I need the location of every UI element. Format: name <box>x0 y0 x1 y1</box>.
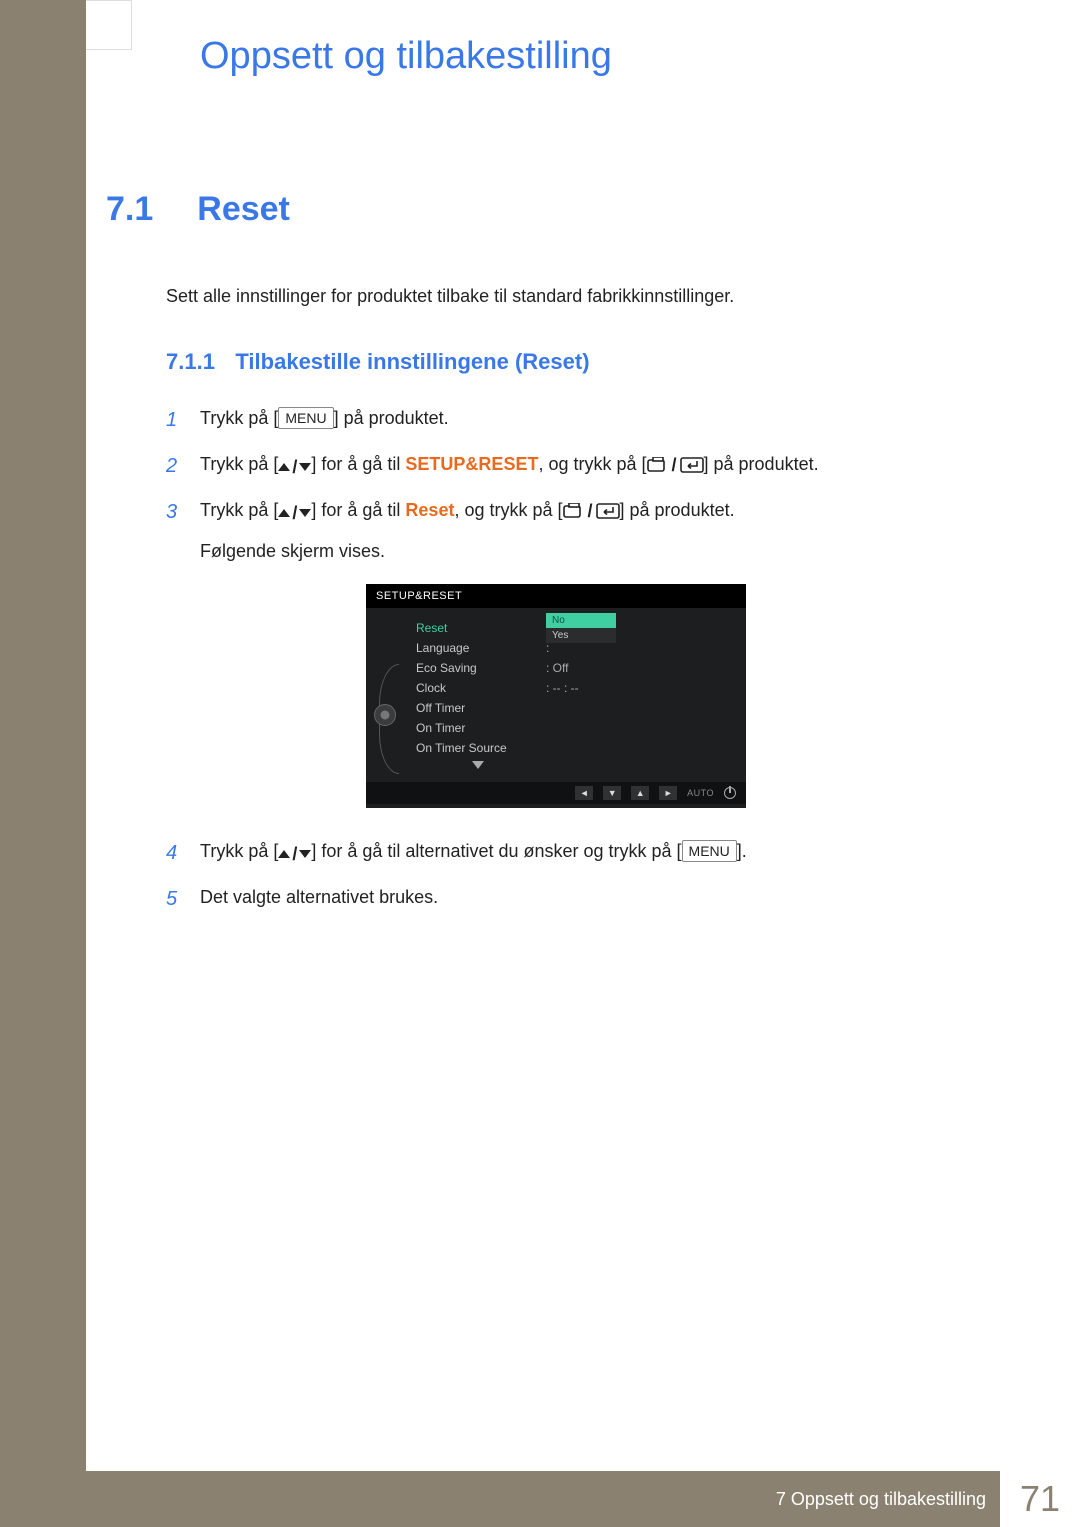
osd-item-label: Language <box>416 641 546 655</box>
osd-side-decoration <box>372 618 406 772</box>
osd-item-value: : <box>546 641 549 655</box>
step-number: 2 <box>166 449 200 483</box>
step-5: 5 Det valgte alternativet brukes. <box>166 882 1006 916</box>
osd-item-clock: Clock : -- : -- <box>412 678 736 698</box>
osd-popup-no: No <box>546 613 616 628</box>
text-fragment: Trykk på [ <box>200 454 278 474</box>
step-number: 4 <box>166 836 200 870</box>
step-text: Trykk på [MENU] på produktet. <box>200 403 1006 437</box>
step-2: 2 Trykk på [/] for å gå til SETUP&RESET,… <box>166 449 1006 483</box>
section-heading: 7.1 Reset <box>106 190 1006 229</box>
osd-item-label: Eco Saving <box>416 661 546 675</box>
osd-item-eco: Eco Saving : Off <box>412 658 736 678</box>
intro-text: Sett alle innstillinger for produktet ti… <box>166 284 1006 309</box>
osd-screenshot: SETUP&RESET Reset No Yes Language : <box>366 584 746 808</box>
text-fragment: , og trykk på [ <box>538 454 646 474</box>
subsection-number: 7.1.1 <box>166 349 215 374</box>
osd-item-ontimersource: On Timer Source <box>412 738 736 758</box>
left-spine <box>0 0 86 1527</box>
up-down-icon: / <box>278 839 311 870</box>
step-number: 5 <box>166 882 200 916</box>
osd-item-label: On Timer <box>416 721 546 735</box>
osd-footer: ◄ ▼ ▲ ► AUTO <box>366 782 746 804</box>
footer-chapter-label: 7 Oppsett og tilbakestilling <box>776 1489 986 1510</box>
text-fragment: Trykk på [ <box>200 408 278 428</box>
up-down-icon: / <box>278 498 311 529</box>
text-fragment: ] på produktet. <box>334 408 449 428</box>
osd-nav-left-icon: ◄ <box>575 786 593 800</box>
osd-popup-yes: Yes <box>546 628 616 643</box>
osd-nav-right-icon: ► <box>659 786 677 800</box>
source-enter-icon: / <box>563 496 620 527</box>
osd-menu: Reset No Yes Language : Eco Saving : Off… <box>412 618 736 772</box>
text-fragment: Trykk på [ <box>200 500 278 520</box>
menu-key-icon: MENU <box>682 840 737 862</box>
step-text: Det valgte alternativet brukes. <box>200 882 1006 916</box>
text-fragment: ] på produktet. <box>620 500 735 520</box>
following-text: Følgende skjerm vises. <box>200 541 1006 562</box>
osd-more-indicator <box>412 758 736 772</box>
step-1: 1 Trykk på [MENU] på produktet. <box>166 403 1006 437</box>
subsection-title: Tilbakestille innstillingene (Reset) <box>235 349 589 374</box>
text-fragment: ] for å gå til <box>311 454 405 474</box>
osd-item-label: Reset <box>416 621 546 635</box>
step-3: 3 Trykk på [/] for å gå til Reset, og tr… <box>166 495 1006 529</box>
step-number: 3 <box>166 495 200 529</box>
osd-item-value: : -- : -- <box>546 681 579 695</box>
tab-cutout <box>86 0 132 50</box>
target-label: Reset <box>405 500 454 520</box>
page-number: 71 <box>1000 1471 1080 1527</box>
osd-nav-down-icon: ▼ <box>603 786 621 800</box>
menu-key-icon: MENU <box>278 407 333 429</box>
section-title: Reset <box>197 190 290 229</box>
osd-item-label: Clock <box>416 681 546 695</box>
text-fragment: ]. <box>737 841 747 861</box>
section-number: 7.1 <box>106 190 153 229</box>
osd-item-label: On Timer Source <box>416 741 546 755</box>
step-text: Trykk på [/] for å gå til SETUP&RESET, o… <box>200 449 1006 483</box>
osd-item-ontimer: On Timer <box>412 718 736 738</box>
osd-title: SETUP&RESET <box>366 584 746 608</box>
text-fragment: ] på produktet. <box>704 454 819 474</box>
power-icon <box>724 787 736 799</box>
text-fragment: ] for å gå til alternativet du ønsker og… <box>311 841 681 861</box>
step-text: Trykk på [/] for å gå til alternativet d… <box>200 836 1006 870</box>
osd-body: Reset No Yes Language : Eco Saving : Off… <box>366 608 746 782</box>
text-fragment: ] for å gå til <box>311 500 405 520</box>
osd-item-reset: Reset No Yes <box>412 618 736 638</box>
up-down-icon: / <box>278 452 311 483</box>
subsection-heading: 7.1.1 Tilbakestille innstillingene (Rese… <box>166 349 1006 375</box>
step-4: 4 Trykk på [/] for å gå til alternativet… <box>166 836 1006 870</box>
target-label: SETUP&RESET <box>405 454 538 474</box>
step-text: Trykk på [/] for å gå til Reset, og tryk… <box>200 495 1006 529</box>
osd-item-offtimer: Off Timer <box>412 698 736 718</box>
osd-popup: No Yes <box>546 613 616 643</box>
osd-item-value: : Off <box>546 661 568 675</box>
source-enter-icon: / <box>647 450 704 481</box>
chapter-title: Oppsett og tilbakestilling <box>200 35 612 78</box>
text-fragment: Trykk på [ <box>200 841 278 861</box>
osd-nav-up-icon: ▲ <box>631 786 649 800</box>
page-footer: 7 Oppsett og tilbakestilling 71 <box>86 1471 1080 1527</box>
content-area: 7.1 Reset Sett alle innstillinger for pr… <box>106 190 1006 928</box>
osd-auto-label: AUTO <box>687 788 714 798</box>
osd-item-label: Off Timer <box>416 701 546 715</box>
step-number: 1 <box>166 403 200 437</box>
text-fragment: , og trykk på [ <box>454 500 562 520</box>
